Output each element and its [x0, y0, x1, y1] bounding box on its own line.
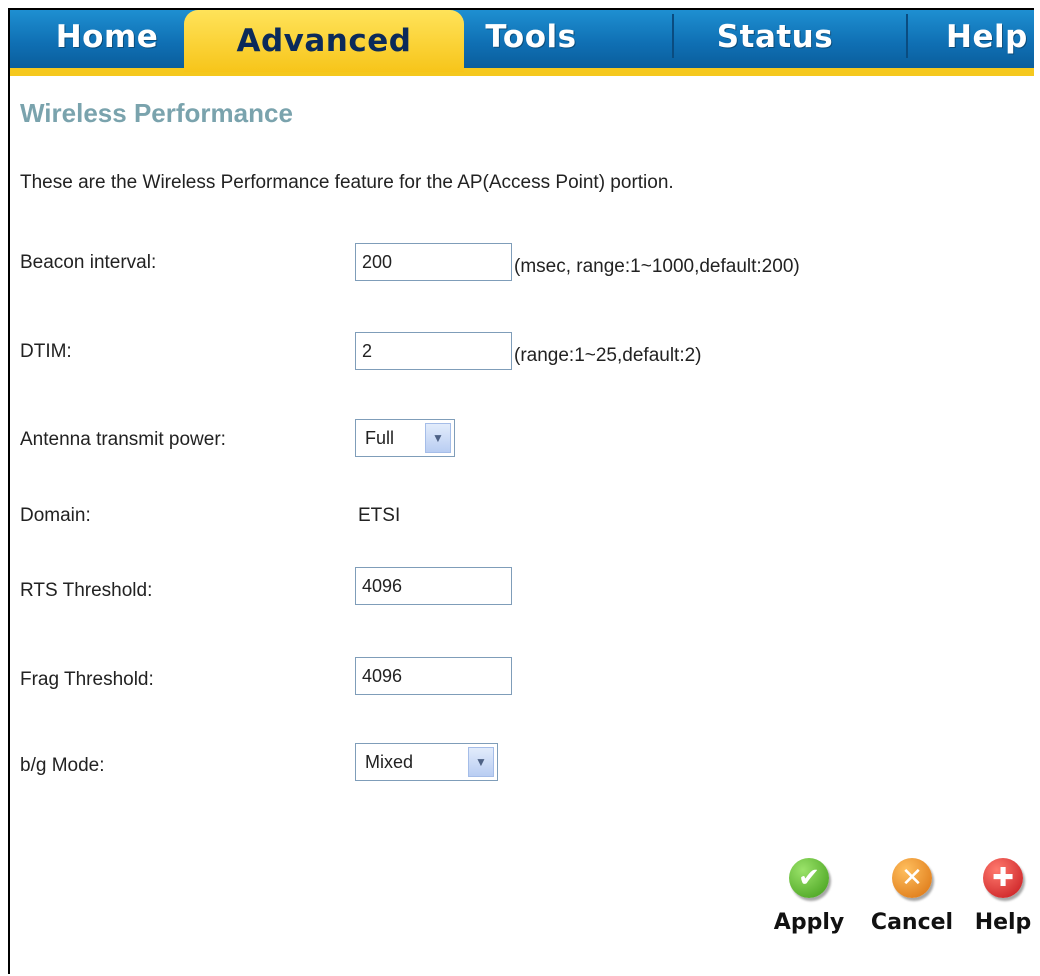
antenna-power-select[interactable]: Full ▼ [355, 419, 455, 457]
beacon-interval-input[interactable] [355, 243, 512, 281]
help-label: Help [974, 910, 1032, 935]
page-title: Wireless Performance [20, 98, 293, 128]
beacon-interval-hint: (msec, range:1~1000,default:200) [514, 256, 800, 277]
plus-icon: ✚ [983, 858, 1023, 898]
dtim-input[interactable] [355, 332, 512, 370]
antenna-power-label: Antenna transmit power: [20, 429, 226, 450]
frag-threshold-label: Frag Threshold: [20, 669, 154, 690]
bg-mode-select[interactable]: Mixed ▼ [355, 743, 498, 781]
tab-advanced[interactable]: Advanced [184, 10, 464, 72]
help-button[interactable]: ✚ Help [972, 858, 1034, 935]
dtim-label: DTIM: [20, 341, 72, 362]
tab-tools[interactable]: Tools [466, 12, 596, 62]
tab-help[interactable]: Help [906, 12, 1034, 62]
antenna-power-value: Full [365, 427, 395, 448]
x-icon: ✕ [892, 858, 932, 898]
rts-threshold-input[interactable] [355, 567, 512, 605]
apply-button[interactable]: ✔ Apply [771, 858, 847, 935]
page-frame [8, 8, 1034, 974]
cancel-label: Cancel [870, 910, 954, 935]
bg-mode-value: Mixed [365, 751, 414, 772]
chevron-down-icon[interactable]: ▼ [425, 423, 451, 453]
tab-home[interactable]: Home [32, 12, 182, 62]
frag-threshold-input[interactable] [355, 657, 512, 695]
rts-threshold-label: RTS Threshold: [20, 580, 153, 601]
page-description: These are the Wireless Performance featu… [20, 172, 674, 193]
cancel-button[interactable]: ✕ Cancel [864, 858, 960, 935]
chevron-down-icon[interactable]: ▼ [468, 747, 494, 777]
bg-mode-label: b/g Mode: [20, 755, 105, 776]
dtim-hint: (range:1~25,default:2) [514, 345, 702, 366]
domain-label: Domain: [20, 505, 91, 526]
nav-underline [10, 68, 1034, 76]
tab-status[interactable]: Status [672, 12, 860, 62]
beacon-interval-label: Beacon interval: [20, 252, 157, 273]
check-icon: ✔ [789, 858, 829, 898]
apply-label: Apply [773, 910, 845, 935]
domain-value: ETSI [358, 505, 401, 526]
